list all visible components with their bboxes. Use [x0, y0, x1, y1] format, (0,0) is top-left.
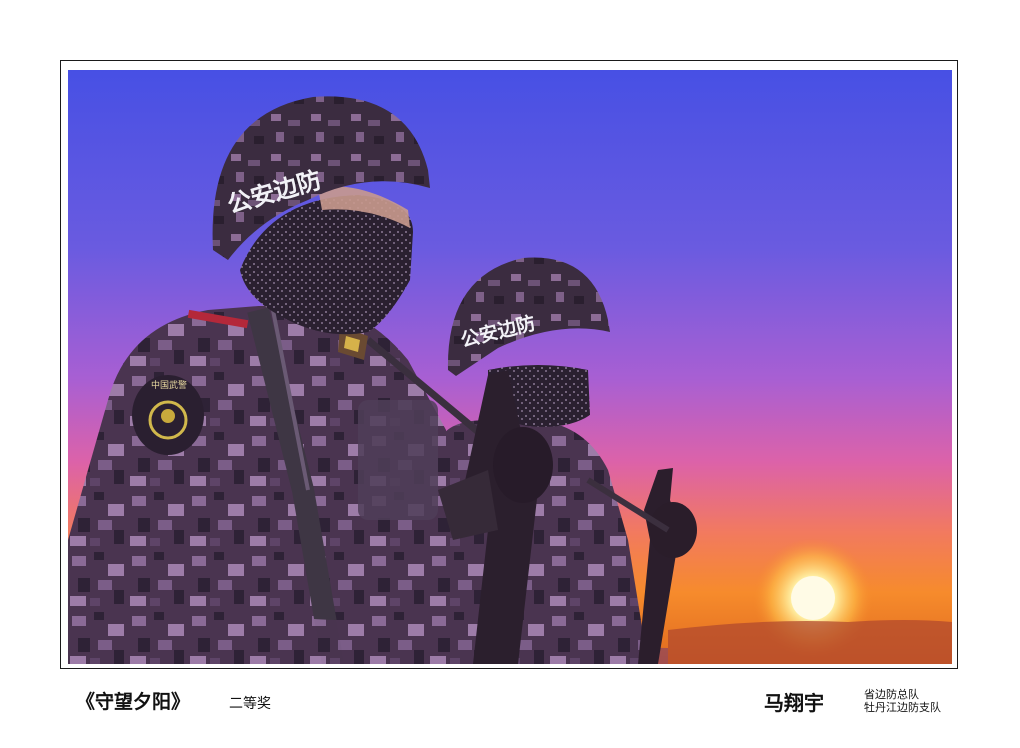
author-name: 马翔宇: [764, 691, 824, 715]
author-unit-line2: 牡丹江边防支队: [864, 701, 941, 714]
emblem-icon: [161, 409, 175, 423]
distant-hills: [668, 620, 952, 664]
setting-sun: [791, 576, 835, 620]
shoulder-patch-text: 中国武警: [151, 379, 187, 391]
sunset-soldiers-image: 公安边防 中国武警 公安边防: [68, 70, 952, 664]
author-unit-line1: 省边防总队: [864, 688, 919, 701]
photograph: 公安边防 中国武警 公安边防: [68, 70, 952, 664]
award-label: 二等奖: [229, 696, 271, 712]
photo-title: 《守望夕阳》: [76, 691, 191, 713]
